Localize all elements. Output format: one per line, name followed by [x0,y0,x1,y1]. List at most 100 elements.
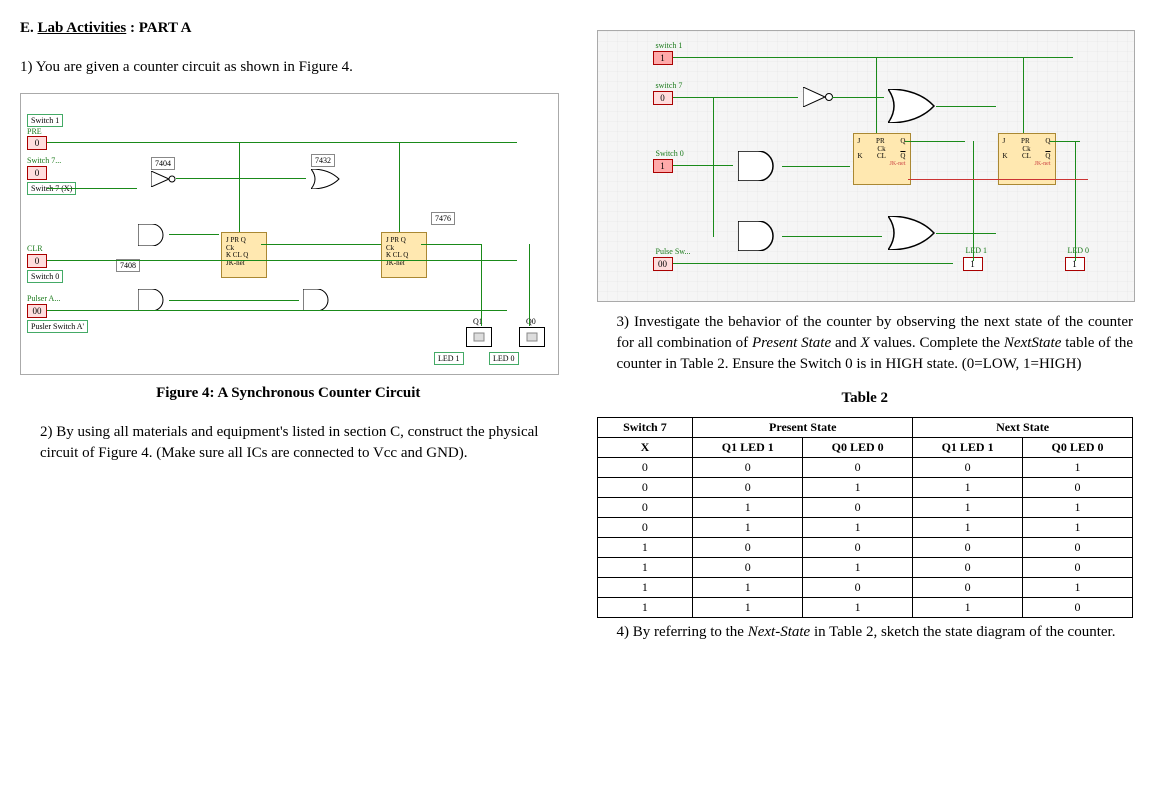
table-cell: 0 [1023,538,1133,558]
table-cell: 0 [597,458,693,478]
table-cell: 1 [913,598,1023,618]
or-gate-r2 [888,216,938,250]
and-gate-2 [138,289,168,311]
table-cell: 1 [803,478,913,498]
switch-1-indicator: 0 [27,136,47,150]
table-cell: 0 [693,538,803,558]
question-3: 3) Investigate the behavior of the count… [617,312,1134,375]
question-2: 2) By using all materials and equipment'… [40,422,557,464]
switch1-label-r: switch 1 [656,41,683,50]
led1-label-r: LED 1 [966,246,988,255]
pulsesw-ind-r: 00 [653,257,673,271]
table-row: 11001 [597,578,1133,598]
not-gate-7404 [151,171,179,187]
heading-suffix: : PART A [126,20,191,36]
switch0-label-r: Switch 0 [656,149,684,158]
table-cell: 0 [913,538,1023,558]
th-present-q1: Q1 LED 1 [693,438,803,458]
th-next-q1: Q1 LED 1 [913,438,1023,458]
switch-0-label: Switch 0 [27,270,63,283]
table-cell: 0 [913,578,1023,598]
table-cell: 0 [1023,478,1133,498]
switch7-label-r: switch 7 [656,81,683,90]
table-cell: 0 [693,558,803,578]
table-cell: 1 [913,518,1023,538]
table-cell: 0 [803,538,913,558]
switch-0-indicator: 0 [27,254,47,268]
table-cell: 1 [803,558,913,578]
table-cell: 0 [803,458,913,478]
th-x: X [597,438,693,458]
table-cell: 1 [913,478,1023,498]
switch7-small-label: Switch 7... [27,156,61,165]
table-cell: 1 [597,578,693,598]
th-present: Present State [693,418,913,438]
led-1 [466,327,492,347]
th-next: Next State [913,418,1133,438]
table-cell: 1 [1023,458,1133,478]
pulsesw-label-r: Pulse Sw... [656,247,691,256]
heading-underline: Lab Activities [38,20,127,36]
ic-7476: 7476 [431,212,455,225]
th-switch7: Switch 7 [597,418,693,438]
and-gate-r1 [738,151,780,181]
th-present-q0: Q0 LED 0 [803,438,913,458]
table-cell: 1 [693,578,803,598]
table-cell: 1 [597,558,693,578]
table-row: 00110 [597,478,1133,498]
table-row: 00001 [597,458,1133,478]
table-row: 10000 [597,538,1133,558]
question-1: 1) You are given a counter circuit as sh… [20,57,557,78]
table-cell: 1 [1023,518,1133,538]
switch1-ind-r: 1 [653,51,673,65]
table-cell: 0 [1023,558,1133,578]
th-next-q0: Q0 LED 0 [1023,438,1133,458]
table-cell: 0 [803,578,913,598]
table-cell: 0 [913,558,1023,578]
table-row: 10100 [597,558,1133,578]
led-1-label: LED 1 [434,352,464,365]
figure-4-caption: Figure 4: A Synchronous Counter Circuit [20,385,557,402]
table-cell: 1 [597,538,693,558]
pulser-label: Pusler Switch A' [27,320,88,333]
table-cell: 0 [693,478,803,498]
and-gate-1 [138,224,168,246]
table-cell: 0 [913,458,1023,478]
left-column: E. Lab Activities : PART A 1) You are gi… [20,20,557,658]
and-gate-r2 [738,221,780,251]
pulser-indicator: 00 [27,304,47,318]
question-4: 4) By referring to the Next-State in Tab… [617,622,1134,643]
jk-ff-r2: JPRQ Ck KCLQ JK-net [998,133,1056,185]
clr-label: CLR [27,244,43,253]
ic-7432: 7432 [311,154,335,167]
table-2: Switch 7 Present State Next State X Q1 L… [597,417,1134,618]
led0-label-r: LED 0 [1068,246,1090,255]
figure-4-diagram: Switch 1 PRE 0 Switch 7... 0 Switch 7 (X… [20,93,559,375]
table-row: 01011 [597,498,1133,518]
table-cell: 1 [693,598,803,618]
table-cell: 1 [1023,578,1133,598]
table-cell: 1 [913,498,1023,518]
table-cell: 1 [803,598,913,618]
led-0-label: LED 0 [489,352,519,365]
section-heading: E. Lab Activities : PART A [20,20,557,37]
switch7-ind-r: 0 [653,91,673,105]
table-cell: 0 [597,518,693,538]
jk-ff-r1: JPRQ Ck KCLQ JK-net [853,133,911,185]
table-cell: 0 [597,498,693,518]
table-cell: 1 [597,598,693,618]
table-row: 11110 [597,598,1133,618]
table-cell: 0 [1023,598,1133,618]
switch-1-label: Switch 1 [27,114,63,127]
ic-7404: 7404 [151,157,175,170]
table-cell: 1 [1023,498,1133,518]
table-row: 01111 [597,518,1133,538]
or-gate-7432 [311,169,341,189]
table-cell: 1 [693,498,803,518]
counter-diagram: switch 1 1 switch 7 0 Switch 0 1 Pulse S… [597,30,1136,302]
q0-label: Q0 [526,317,536,326]
or-gate-r [888,89,938,123]
switch0-ind-r: 1 [653,159,673,173]
pulser-a-label: Pulser A... [27,294,60,303]
and-gate-3 [303,289,333,311]
